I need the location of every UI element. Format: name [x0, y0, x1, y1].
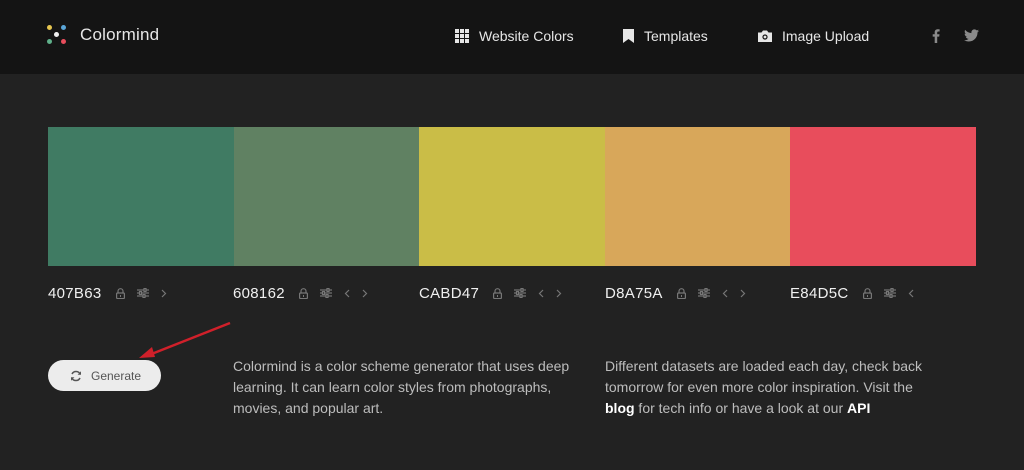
top-navbar: Colormind Website Colors Templates Image… — [0, 0, 1024, 74]
nav-templates[interactable]: Templates — [623, 28, 708, 44]
brand-name: Colormind — [80, 25, 160, 44]
swatch-controls: 407B63 — [48, 283, 179, 303]
hex-code[interactable]: 407B63 — [48, 285, 102, 302]
api-link[interactable]: API — [847, 400, 870, 416]
twitter-icon[interactable] — [964, 29, 979, 42]
colormind-logo-icon — [46, 24, 68, 46]
hex-code[interactable]: 608162 — [233, 285, 285, 302]
sliders-icon[interactable] — [883, 288, 896, 298]
hex-code[interactable]: E84D5C — [790, 285, 849, 302]
palette-controls: 407B63 608162 CABD47 D8A75A E84D5C — [48, 283, 976, 303]
sliders-icon[interactable] — [319, 288, 332, 298]
camera-icon — [758, 30, 772, 42]
logo[interactable]: Colormind — [46, 24, 159, 46]
facebook-icon[interactable] — [932, 29, 940, 43]
chevron-left-icon[interactable] — [908, 289, 914, 298]
chevron-right-icon[interactable] — [556, 289, 562, 298]
nav-image-upload[interactable]: Image Upload — [758, 28, 869, 44]
hex-code[interactable]: CABD47 — [419, 285, 479, 302]
generate-label: Generate — [91, 368, 142, 383]
annotation-arrow — [139, 321, 231, 358]
description-right-text: Different datasets are loaded each day, … — [605, 358, 923, 395]
chevron-left-icon[interactable] — [538, 289, 544, 298]
chevron-right-icon[interactable] — [740, 289, 746, 298]
grid-icon — [455, 29, 469, 43]
chevron-right-icon[interactable] — [362, 289, 368, 298]
description-right-text-2: for tech info or have a look at our — [634, 400, 848, 416]
hex-code[interactable]: D8A75A — [605, 285, 663, 302]
color-swatch[interactable] — [604, 127, 791, 266]
lock-icon[interactable] — [676, 287, 686, 299]
chevron-left-icon[interactable] — [344, 289, 350, 298]
color-swatch[interactable] — [419, 127, 605, 266]
nav-image-upload-label: Image Upload — [782, 28, 870, 44]
chevron-left-icon[interactable] — [722, 289, 728, 298]
generate-button[interactable]: Generate — [48, 360, 161, 391]
refresh-icon — [71, 370, 81, 381]
sliders-icon[interactable] — [697, 288, 710, 298]
nav-website-colors[interactable]: Website Colors — [455, 28, 574, 44]
palette-swatches — [48, 127, 976, 266]
lock-icon[interactable] — [298, 287, 308, 299]
lock-icon[interactable] — [115, 287, 125, 299]
description-left: Colormind is a color scheme generator th… — [233, 358, 570, 416]
color-swatch[interactable] — [233, 127, 420, 266]
bookmark-icon — [623, 29, 634, 43]
sliders-icon[interactable] — [136, 288, 149, 298]
lock-icon[interactable] — [862, 287, 872, 299]
description-right: Different datasets are loaded each day, … — [605, 356, 935, 419]
swatch-controls: 608162 — [233, 283, 380, 303]
sliders-icon[interactable] — [514, 288, 527, 298]
chevron-right-icon[interactable] — [161, 289, 167, 298]
color-swatch[interactable] — [790, 127, 976, 266]
nav-website-colors-label: Website Colors — [479, 28, 574, 44]
color-swatch[interactable] — [48, 127, 234, 266]
lock-icon[interactable] — [493, 287, 503, 299]
blog-link[interactable]: blog — [605, 400, 635, 416]
swatch-controls: E84D5C — [790, 283, 926, 303]
nav-templates-label: Templates — [644, 28, 708, 44]
swatch-controls: CABD47 — [419, 283, 574, 303]
swatch-controls: D8A75A — [605, 283, 758, 303]
